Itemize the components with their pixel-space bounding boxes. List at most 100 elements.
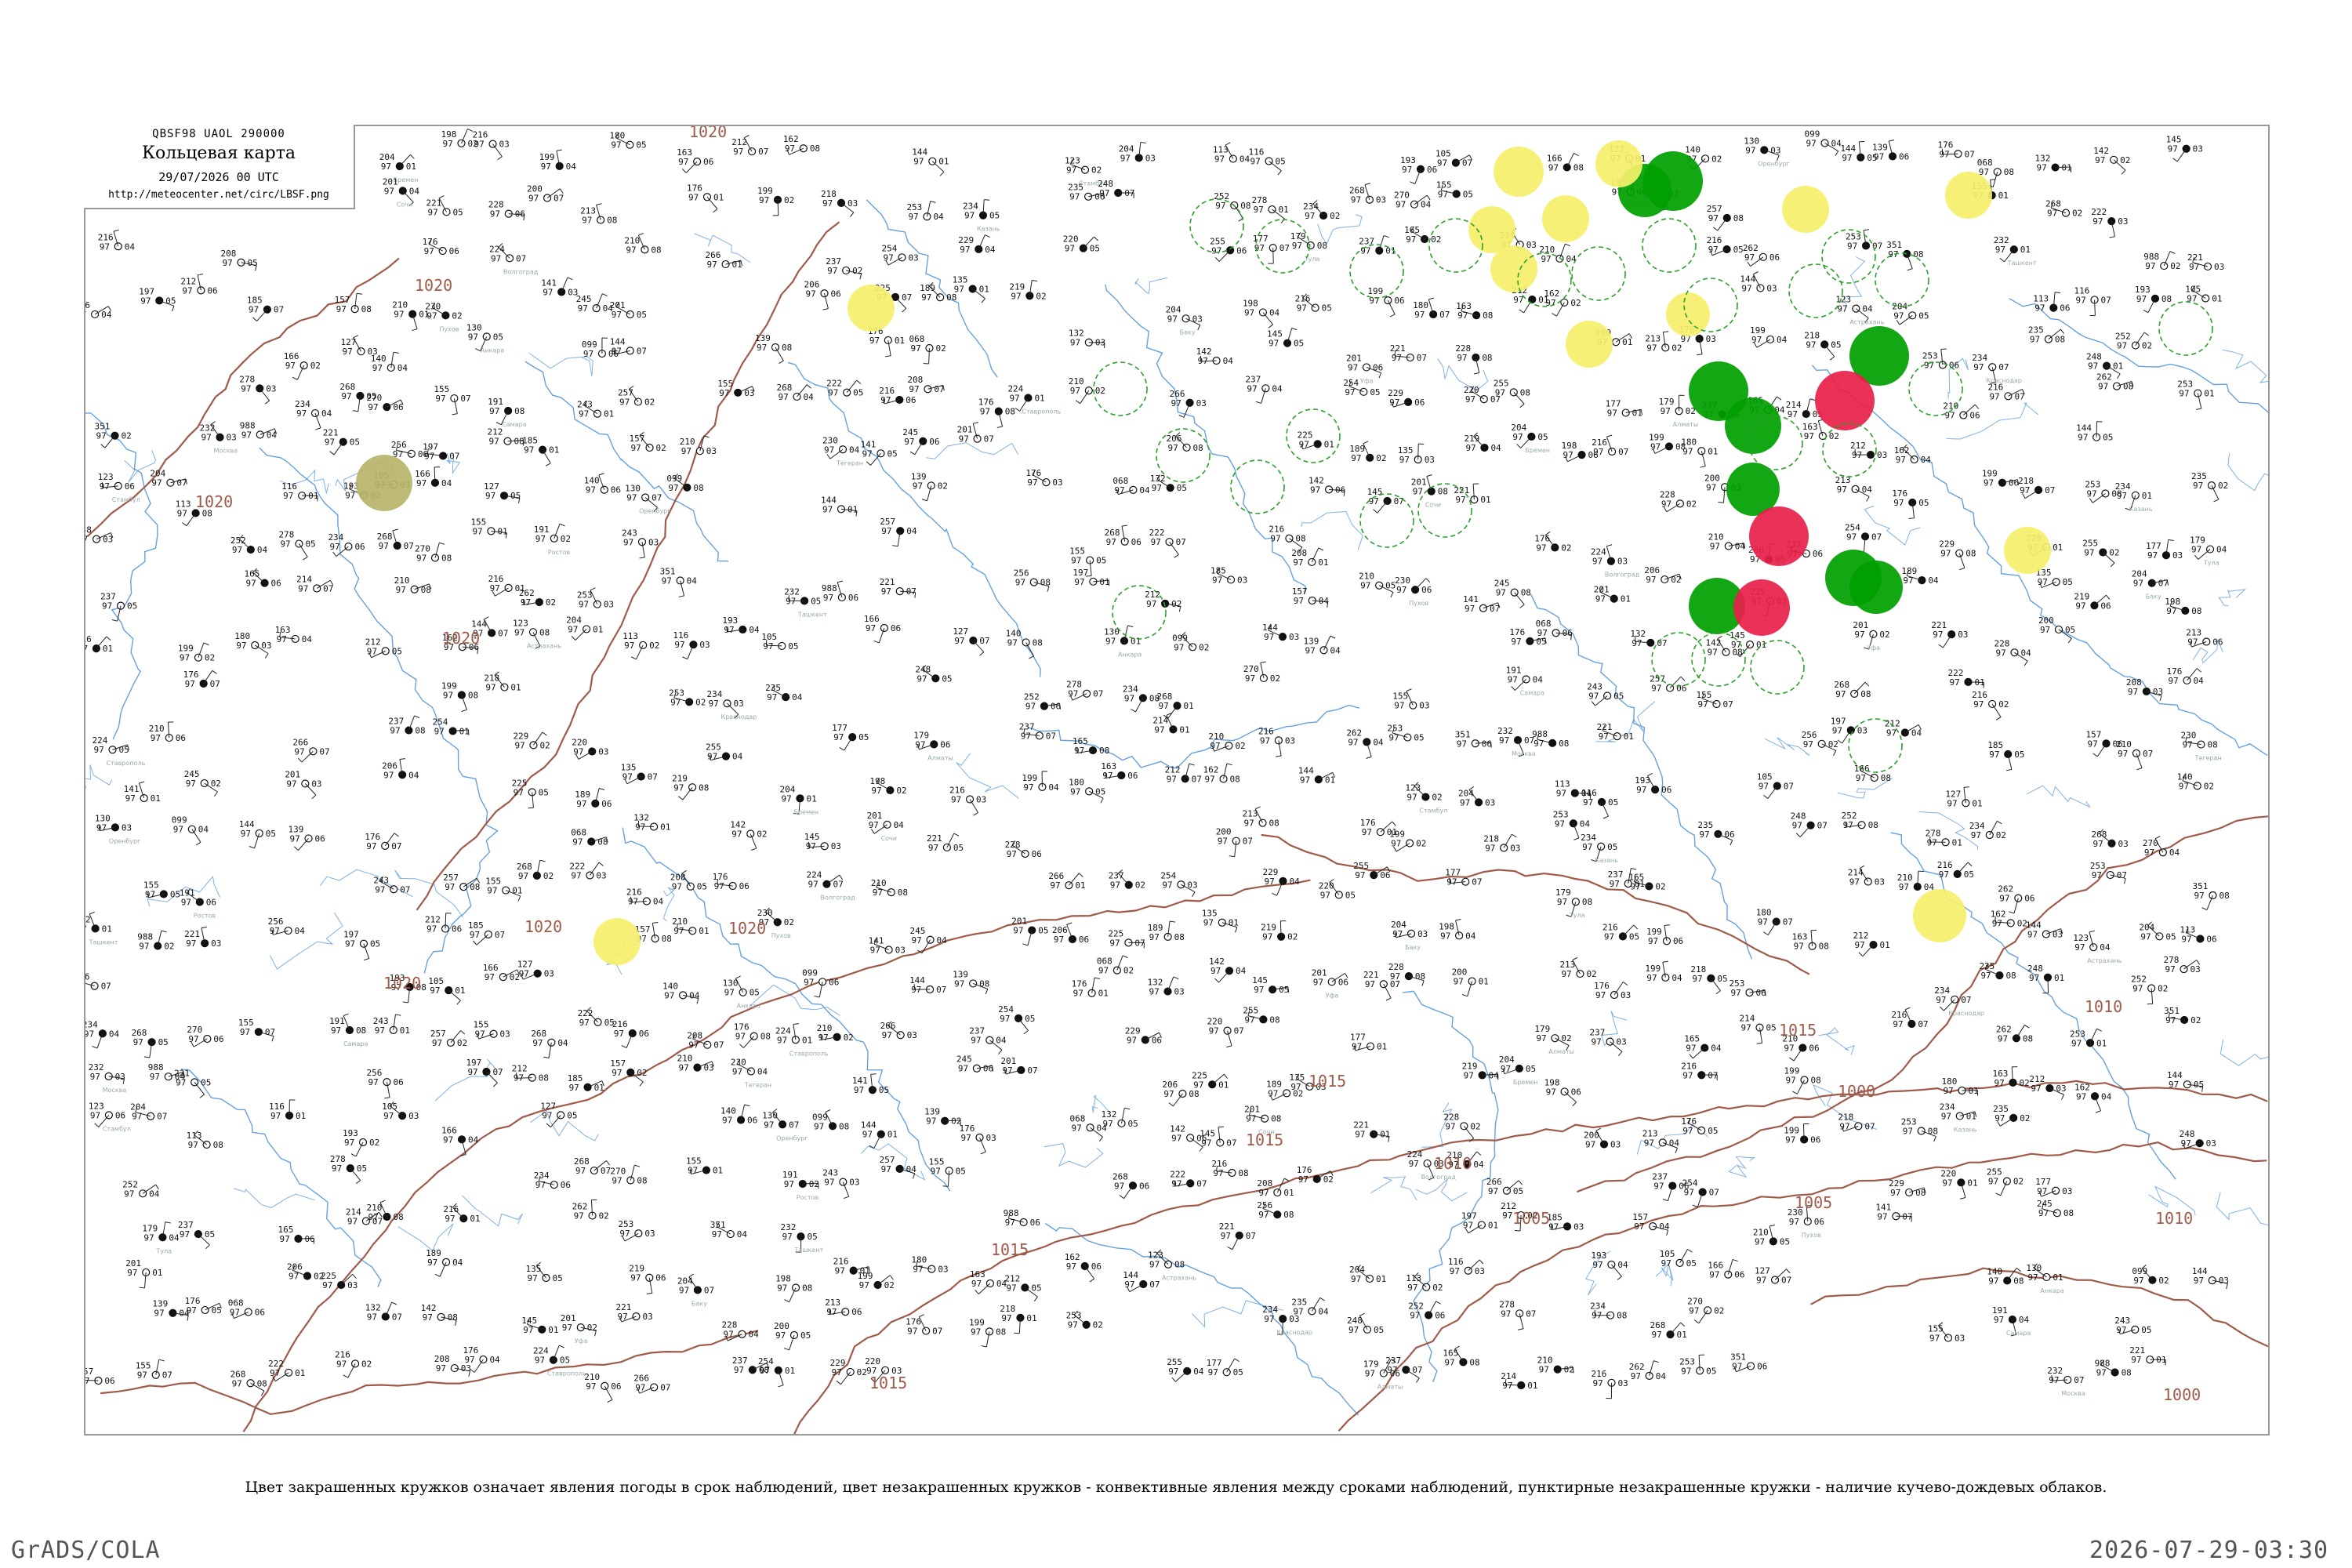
station-marker: 20197 01 [125,1258,162,1289]
station-marker: 15597 07 [136,1359,172,1381]
dewpoint-value: 97 [1218,837,1228,847]
tendency-value: 06 [1969,410,1980,420]
dewpoint-value: 97 [151,478,162,488]
tendency-value: 04 [792,692,803,702]
river-line [397,1223,454,1252]
station-marker: 14497 03 [1740,271,1777,293]
wind-barb-feather [1795,833,1801,837]
tendency-value: 08 [760,1032,771,1042]
dewpoint-value: 97 [1971,830,1981,840]
dewpoint-value: 97 [1837,304,1847,314]
wind-barb-feather [921,499,927,502]
dewpoint-value: 97 [2037,1186,2047,1196]
wind-barb-feather [1425,578,1431,583]
station-marker: 22297 03 [569,861,606,880]
station-marker: 19397 06 [1635,772,1671,795]
tendency-value: 07 [1196,1178,1207,1189]
tendency-value: 02 [1171,599,1181,609]
dewpoint-value: 97 [1068,689,1078,699]
station-marker: 25397 06 [1730,978,1766,998]
tendency-value: 08 [393,1212,403,1222]
dewpoint-value: 97 [951,794,961,804]
tendency-value: 07 [2014,391,2024,401]
wind-barb-feather [713,209,718,213]
dewpoint-value: 97 [913,1265,923,1275]
station-marker: 22497 07Волгоград [806,870,855,902]
station-marker: 21397 04 [1642,1128,1679,1153]
tendency-value: 01 [1622,337,1632,347]
station-marker: 13997 02 [924,1107,961,1127]
station-marker: 18597 01 [522,436,559,466]
tendency-value: 03 [261,641,271,651]
tendency-value: 01 [785,1366,795,1376]
dewpoint-value: 97 [1001,1313,1011,1323]
tendency-value: 08 [1860,689,1871,699]
dewpoint-value: 97 [383,1111,394,1121]
dewpoint-value: 97 [1211,245,1221,256]
dewpoint-value: 97 [140,296,151,306]
dewpoint-value: 97 [1072,1123,1082,1133]
tendency-value: 06 [1394,296,1404,306]
wind-barb-feather [1519,604,1525,608]
dewpoint-value: 97 [859,1280,869,1290]
tendency-value: 05 [158,1037,169,1047]
tendency-value: 05 [879,1085,889,1095]
station-circle [1268,205,1276,214]
dewpoint-value: 97 [1006,1283,1016,1293]
tendency-value: 07 [902,292,912,303]
wind-barb-feather [456,1000,461,1005]
station-marker: 14197 01 [124,781,161,804]
station-marker: 21897 03 [1483,833,1520,853]
tendency-value: 03 [266,383,276,394]
dewpoint-value: 97 [1893,1019,1903,1029]
station-marker: 22297 01 [268,1359,305,1382]
station-marker: 21297 05 [1004,1273,1042,1301]
station-marker: 2259707 [1108,928,1145,949]
station-marker: 21097 05 [1359,572,1396,597]
tendency-value: 03 [1617,557,1628,567]
dewpoint-value: 97 [1348,362,1358,372]
station-marker: 1559701 [485,877,522,902]
station-marker: 25497 03 [1160,870,1198,898]
dewpoint-value: 97 [1292,241,1302,251]
station-circle [626,140,634,149]
tendency-value: 04 [1330,645,1341,655]
river-line [787,361,1041,677]
dewpoint-value: 97 [1345,387,1355,397]
tendency-value: 05 [697,882,707,892]
tendency-value: 05 [1090,244,1100,254]
dewpoint-value: 97 [1313,977,1323,987]
wind-barb-feather [2213,499,2220,503]
wind-barb-feather [1617,1276,1622,1280]
tendency-value: 06 [1482,739,1492,749]
tendency-value: 07 [1027,1065,1037,1076]
station-marker: 14197 03 [869,935,906,955]
tendency-value: 04 [906,526,917,536]
tendency-value: 04 [1465,931,1476,941]
dewpoint-value: 97 [2165,964,2175,975]
tendency-value: 03 [938,1265,948,1275]
station-marker: 25597 02 [1987,1167,2024,1196]
station-marker: 1279701 [1945,786,1983,808]
station-marker: 2169701 [443,1203,481,1224]
wind-barb [1272,248,1274,264]
tendency-value: 01 [455,985,465,996]
station-marker: 26897 02 [2045,199,2082,219]
station-name: Тула [1569,912,1585,919]
station-marker: 14297 04 [1196,347,1234,366]
tendency-value: 08 [1868,820,1878,830]
tendency-value: 07 [162,1370,172,1381]
weather-map[interactable]: 20497 01Бремен19897 0221697 0319997 0418097 0… [85,126,2268,1434]
station-marker: 24597 06 [956,1054,993,1074]
dewpoint-value: 97 [325,437,335,448]
station-marker: 09997 04 [1805,129,1842,156]
station-marker: 19797 07 [466,1058,503,1087]
wind-barb-feather [1094,236,1098,241]
station-marker: 19797 05 [139,286,176,311]
wind-barb-feather [1756,1042,1762,1044]
station-marker: 25397 01 [2177,379,2215,410]
dewpoint-value: 97 [344,1138,354,1148]
tendency-value: 03 [831,841,841,851]
tendency-value: 03 [2153,687,2163,697]
station-marker: 21397 04 [1835,475,1872,502]
